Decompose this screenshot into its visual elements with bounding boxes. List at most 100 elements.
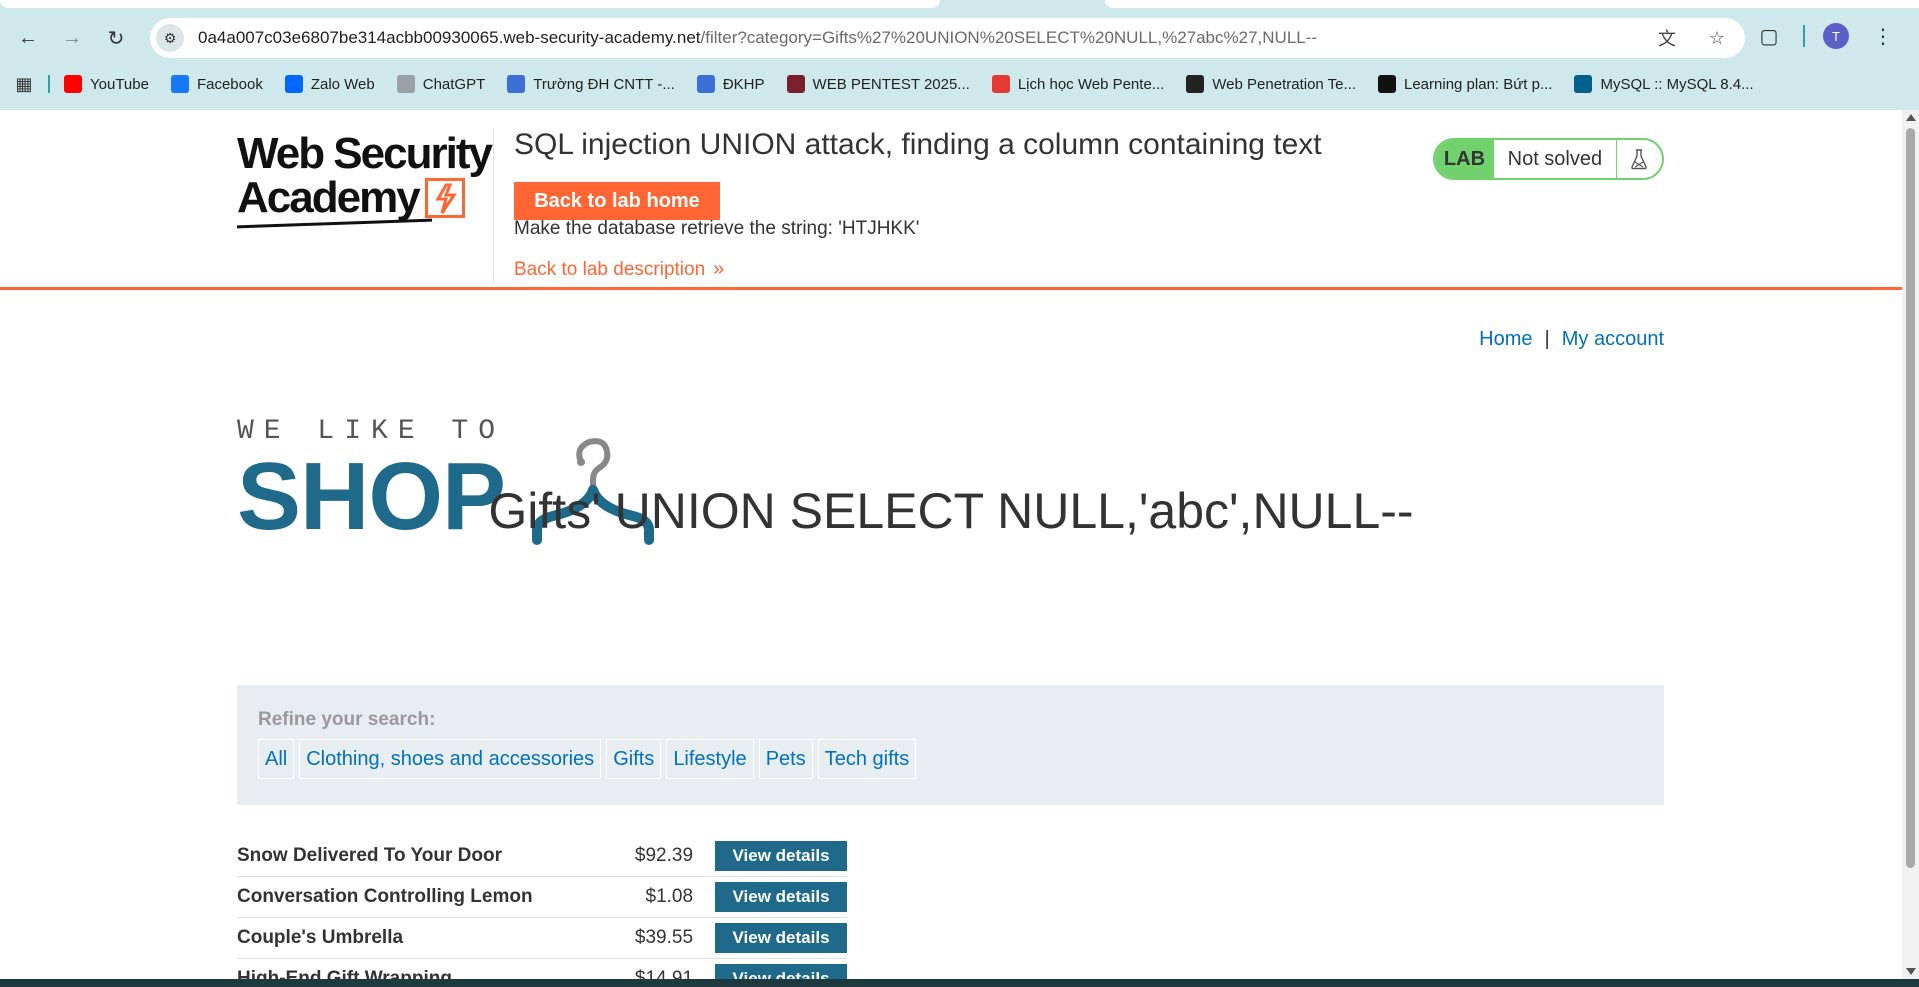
lab-state: Not solved (1507, 147, 1603, 170)
reload-button[interactable]: ↻ (100, 22, 132, 54)
bookmark-item[interactable]: ĐKHP (696, 75, 765, 93)
notion-icon (1378, 75, 1396, 93)
bookmarks-divider (48, 75, 50, 93)
page-scrollbar[interactable] (1902, 110, 1919, 979)
tab-strip (0, 0, 1919, 8)
product-price: $14.91 (634, 968, 694, 979)
product-price: $39.55 (634, 927, 694, 948)
filter-chip[interactable]: Tech gifts (817, 739, 917, 779)
chatgpt-icon (396, 75, 415, 93)
header-divider (493, 128, 494, 283)
logo-line-2: Academy (237, 173, 421, 222)
bookmark-item[interactable]: Facebook (170, 75, 263, 93)
bookmark-label: Web Penetration Te... (1212, 75, 1356, 93)
scroll-thumb[interactable] (1906, 128, 1915, 868)
bookmark-item[interactable]: Web Penetration Te... (1186, 75, 1356, 93)
product-row: Couple's Umbrella $39.55 View details (237, 918, 847, 959)
bookmark-item[interactable]: ChatGPT (396, 75, 486, 93)
bookmark-label: WEB PENTEST 2025... (812, 75, 970, 93)
calendar-icon (991, 75, 1010, 93)
apps-icon[interactable]: ▦ (4, 74, 44, 95)
view-details-button[interactable]: View details (715, 841, 847, 871)
forward-button[interactable]: → (56, 22, 88, 54)
academy-lab-header: Web Security Academy SQL injection UNION… (0, 110, 1902, 290)
back-to-lab-description-label: Back to lab description (514, 258, 706, 280)
bookmark-item[interactable]: YouTube (64, 75, 149, 93)
product-row: Conversation Controlling Lemon $1.08 View … (237, 877, 847, 918)
product-name: Conversation Controlling Lemon (237, 886, 533, 907)
product-row: Snow Delivered To Your Door $92.39 View de… (237, 836, 847, 877)
url-text[interactable]: 0a4a007c03e6807be314acbb00930065.web-sec… (198, 28, 1317, 48)
bookmark-item[interactable]: Lịch học Web Pente... (991, 75, 1165, 93)
browser-toolbar: ← → ↻ ⚙ 0a4a007c03e6807be314acbb00930065… (0, 0, 1919, 110)
filter-chip[interactable]: Pets (758, 739, 813, 779)
top-navigation: Home | My account (1479, 328, 1664, 351)
bookmark-label: ĐKHP (722, 75, 765, 93)
view-details-button[interactable]: View details (715, 882, 847, 912)
pentest-icon (786, 75, 805, 93)
taskbar-strip (0, 979, 1919, 987)
lab-instruction: Make the database retrieve the string: '… (514, 218, 920, 239)
uit-icon (696, 75, 715, 93)
bookmark-item[interactable]: Zalo Web (284, 75, 375, 93)
refine-search-label: Refine your search: (258, 709, 436, 730)
filter-chip[interactable]: Clothing, shoes and accessories (299, 739, 602, 779)
lab-status-badge: LAB Not solved (1433, 138, 1664, 180)
home-link[interactable]: Home (1479, 328, 1532, 351)
bookmark-label: MySQL :: MySQL 8.4... (1600, 75, 1754, 93)
bookmark-label: ChatGPT (422, 75, 486, 93)
view-details-button[interactable]: View details (715, 923, 847, 953)
toolbar-divider (1803, 25, 1805, 47)
tab[interactable] (1105, 0, 1919, 8)
back-to-lab-description-link[interactable]: Back to lab description » (514, 258, 724, 281)
back-to-lab-home-button[interactable]: Back to lab home (514, 182, 720, 220)
zalo-icon (284, 75, 303, 93)
site-info-icon[interactable]: ⚙ (156, 24, 184, 52)
bookmark-star-icon[interactable]: ☆ (1703, 24, 1731, 52)
bookmark-item[interactable]: Trường ĐH CNTT -... (507, 75, 675, 93)
chevron-right-icon: » (713, 258, 724, 280)
bookmark-label: YouTube (90, 75, 149, 93)
lightning-icon (424, 178, 465, 218)
lab-title: SQL injection UNION attack, finding a co… (514, 128, 1322, 161)
pin-icon (1186, 75, 1205, 93)
flask-icon (1615, 140, 1662, 178)
menu-icon[interactable]: ⋮ (1867, 20, 1899, 52)
filter-chip[interactable]: Lifestyle (666, 739, 754, 779)
web-security-academy-logo[interactable]: Web Security Academy (237, 132, 497, 242)
page-content: Web Security Academy SQL injection UNION… (0, 110, 1902, 979)
extensions-icon[interactable]: ▢ (1753, 20, 1785, 52)
url-path: /filter?category=Gifts%27%20UNION%20SELE… (700, 28, 1318, 47)
bookmark-label: Facebook (196, 75, 263, 93)
lab-tag: LAB (1435, 140, 1494, 178)
view-details-button[interactable]: View details (715, 964, 847, 979)
filter-chip[interactable]: All (258, 739, 295, 779)
my-account-link[interactable]: My account (1562, 328, 1664, 351)
youtube-icon (64, 75, 82, 93)
bookmark-label: Lịch học Web Pente... (1017, 75, 1165, 93)
url-host: 0a4a007c03e6807be314acbb00930065.web-sec… (198, 28, 701, 47)
category-heading: Gifts' UNION SELECT NULL,'abc',NULL-- (488, 483, 1414, 539)
scroll-down-icon[interactable] (1906, 968, 1916, 975)
bookmarks-bar: ▦ YouTube Facebook Zalo Web ChatGPT Trường Đ… (0, 68, 1919, 100)
bookmark-item[interactable]: WEB PENTEST 2025... (786, 75, 970, 93)
back-button[interactable]: ← (12, 22, 44, 54)
product-list: Snow Delivered To Your Door $92.39 View de… (237, 836, 847, 979)
filter-chip[interactable]: Gifts (606, 739, 662, 779)
product-name: Snow Delivered To Your Door (237, 845, 502, 866)
product-price: $92.39 (634, 845, 694, 866)
logo-line-1: Web Security (237, 129, 493, 178)
filter-panel: Refine your search: All Clothing, shoes a… (237, 685, 1664, 805)
bookmark-label: Trường ĐH CNTT -... (533, 75, 675, 93)
bookmark-label: Zalo Web (310, 75, 375, 93)
bookmark-item[interactable]: MySQL :: MySQL 8.4... (1574, 75, 1754, 93)
bookmark-item[interactable]: Learning plan: Bứt p... (1378, 75, 1552, 93)
profile-avatar[interactable]: T (1823, 23, 1849, 49)
nav-separator: | (1544, 328, 1550, 350)
translate-icon[interactable]: 文 (1653, 24, 1681, 52)
scroll-up-icon[interactable] (1906, 114, 1916, 121)
active-tab[interactable] (0, 0, 940, 8)
address-bar[interactable]: ⚙ 0a4a007c03e6807be314acbb00930065.web-s… (150, 18, 1745, 58)
product-price: $1.08 (645, 886, 694, 907)
product-name: High-End Gift Wrapping (237, 968, 452, 979)
